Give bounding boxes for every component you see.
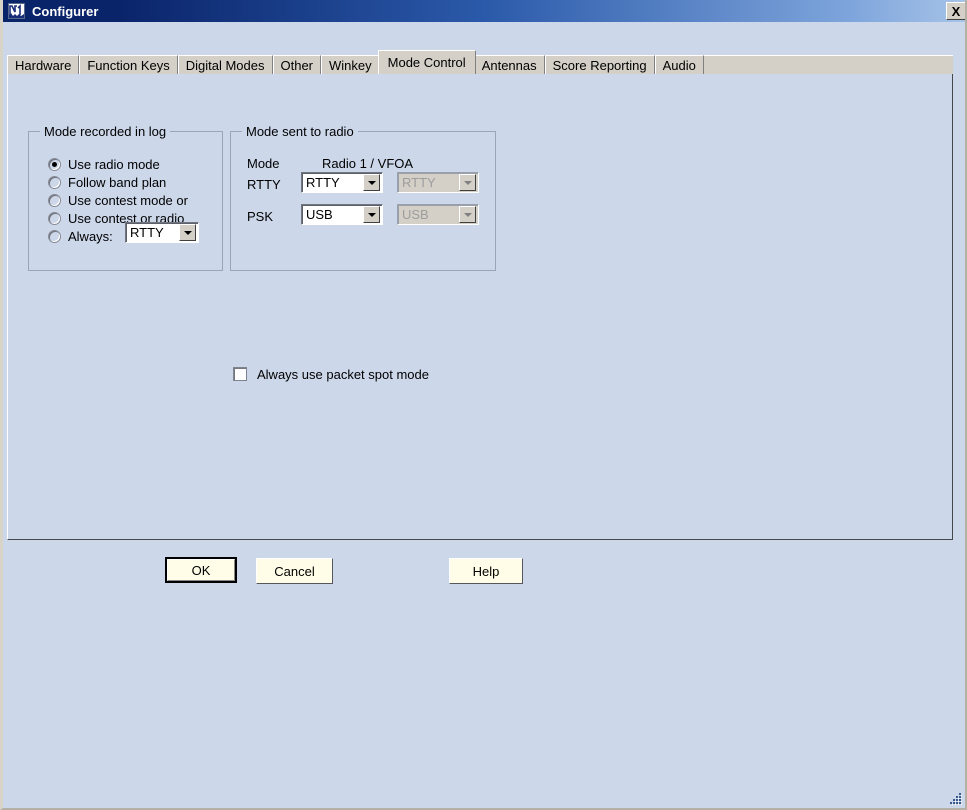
chevron-down-icon	[459, 174, 476, 191]
radio-use-contest-or-radio[interactable]	[48, 212, 61, 225]
rtty-secondary-mode-value: RTTY	[402, 175, 436, 190]
rtty-primary-mode-value: RTTY	[306, 175, 340, 190]
always-use-packet-spot-mode-row[interactable]: Always use packet spot mode	[233, 365, 429, 383]
mode-control-panel: Mode recorded in log Use radio mode Foll…	[7, 73, 953, 540]
ok-button-label: OK	[167, 559, 235, 581]
chevron-down-icon[interactable]	[179, 224, 196, 241]
chevron-down-icon[interactable]	[363, 174, 380, 191]
psk-primary-mode-combo[interactable]: USB	[301, 204, 383, 225]
radio-row-follow-band-plan[interactable]: Follow band plan	[48, 174, 166, 191]
tab-audio[interactable]: Audio	[654, 55, 704, 74]
mode-recorded-group-title: Mode recorded in log	[40, 124, 171, 139]
window-title: Configurer	[32, 3, 99, 19]
radio-row-use-contest-mode-or[interactable]: Use contest mode or	[48, 192, 188, 209]
tab-strip-filler	[703, 55, 953, 74]
mode-sent-to-radio-group: Mode sent to radio Mode Radio 1 / VFOA R…	[230, 124, 496, 271]
tab-antennas[interactable]: Antennas	[473, 55, 545, 74]
tab-score-reporting[interactable]: Score Reporting	[544, 55, 655, 74]
radio-label-use-contest-mode-or: Use contest mode or	[68, 193, 188, 208]
rtty-secondary-mode-combo: RTTY	[397, 172, 479, 193]
n1mm-logo-icon	[8, 3, 25, 19]
always-use-packet-spot-mode-checkbox[interactable]	[233, 367, 247, 381]
cancel-button[interactable]: Cancel	[256, 558, 333, 584]
mode-sent-group-title: Mode sent to radio	[242, 124, 358, 139]
tab-digital-modes[interactable]: Digital Modes	[177, 55, 273, 74]
column-header-radio1-vfoa: Radio 1 / VFOA	[322, 156, 414, 171]
tab-winkey[interactable]: Winkey	[321, 55, 380, 74]
tab-strip: Hardware Function Keys Digital Modes Oth…	[7, 50, 953, 74]
rtty-primary-mode-combo[interactable]: RTTY	[301, 172, 383, 193]
row-label-rtty: RTTY	[247, 177, 281, 192]
always-use-packet-spot-mode-label: Always use packet spot mode	[257, 366, 429, 382]
tab-hardware[interactable]: Hardware	[7, 55, 80, 74]
radio-label-always: Always:	[68, 229, 113, 244]
always-mode-combo-value: RTTY	[130, 225, 164, 240]
close-button[interactable]: X	[946, 2, 965, 20]
psk-primary-mode-value: USB	[306, 207, 333, 222]
tab-other[interactable]: Other	[272, 55, 322, 74]
radio-use-radio-mode[interactable]	[48, 158, 61, 171]
radio-follow-band-plan[interactable]	[48, 176, 61, 189]
always-mode-combo[interactable]: RTTY	[125, 222, 199, 243]
radio-label-follow-band-plan: Follow band plan	[68, 175, 167, 190]
row-label-psk: PSK	[247, 209, 274, 224]
radio-always[interactable]	[48, 230, 61, 243]
help-button[interactable]: Help	[449, 558, 523, 584]
column-header-mode: Mode	[247, 156, 280, 171]
ok-button[interactable]: OK	[165, 557, 237, 583]
configurer-window: Configurer X Hardware Function Keys Digi…	[0, 0, 967, 810]
psk-secondary-mode-value: USB	[402, 207, 429, 222]
radio-label-use-radio-mode: Use radio mode	[68, 157, 160, 172]
chevron-down-icon	[459, 206, 476, 223]
radio-row-always[interactable]: Always:	[48, 228, 113, 245]
tab-mode-control[interactable]: Mode Control	[377, 50, 476, 74]
radio-row-use-radio-mode[interactable]: Use radio mode	[48, 156, 160, 173]
radio-use-contest-mode-or[interactable]	[48, 194, 61, 207]
tab-function-keys[interactable]: Function Keys	[79, 55, 178, 74]
resize-grip-icon[interactable]	[948, 791, 962, 805]
psk-secondary-mode-combo: USB	[397, 204, 479, 225]
title-bar[interactable]: Configurer X	[3, 0, 965, 22]
mode-recorded-in-log-group: Mode recorded in log Use radio mode Foll…	[28, 124, 223, 271]
close-icon: X	[951, 3, 961, 19]
chevron-down-icon[interactable]	[363, 206, 380, 223]
